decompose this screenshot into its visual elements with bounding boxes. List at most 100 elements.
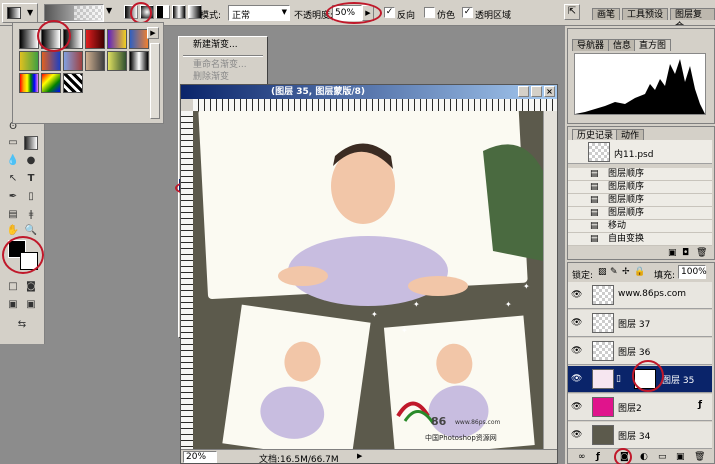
watermark-number: 86 [431,415,447,428]
chevron-down-icon: ▼ [281,8,287,16]
svg-text:✦: ✦ [413,300,420,309]
tab-histogram[interactable]: 直方图 [634,39,672,51]
new-layer-icon[interactable]: ▣ [676,452,685,462]
palette-well-icon[interactable]: ⇱ [564,4,580,20]
gradient-swatch[interactable] [129,51,149,71]
dither-label: 仿色 [437,11,456,21]
link-icon[interactable]: ∞ [578,452,586,462]
zoom-field[interactable]: 20% [183,451,217,463]
fx-icon[interactable]: ƒ [698,400,702,410]
tab-layer-comps[interactable]: 图层复合 [670,8,715,32]
transparency-checkbox[interactable]: ✓ [462,7,473,18]
lock-move-icon[interactable]: ✢ [622,267,630,277]
gradient-swatch[interactable] [63,51,83,71]
picker-menu-arrow-icon[interactable]: ▶ [147,27,159,39]
menu-item[interactable]: 新建渐变... [179,39,267,51]
link-icon[interactable]: ▯ [616,374,621,384]
gradient-swatch[interactable] [107,29,127,49]
adjustment-layer-icon[interactable]: ◐ [640,452,648,462]
history-step[interactable]: ▤ 图层顺序 [568,181,712,194]
angle-gradient-icon[interactable] [156,5,170,19]
close-icon[interactable]: × [544,86,555,97]
dither-checkbox[interactable] [424,7,435,18]
gradient-tool-icon [7,7,21,19]
lock-transparency-icon[interactable]: ▨ [598,267,607,277]
reverse-checkbox[interactable]: ✓ [384,7,395,18]
gradient-swatch[interactable] [19,51,39,71]
quick-mask-icon[interactable]: ◙ [24,280,38,294]
status-menu-icon[interactable]: ▶ [357,452,362,460]
gradient-swatch[interactable] [19,73,39,93]
trash-icon[interactable]: 🗑 [696,248,707,258]
history-step[interactable]: ▤ 图层顺序 [568,168,712,181]
eraser-tool-icon[interactable]: ▭ [6,136,20,150]
maximize-icon[interactable] [531,86,542,97]
mode-select[interactable]: 正常 ▼ [228,5,290,21]
tab-info[interactable]: 信息 [608,39,637,51]
history-step[interactable]: ▤ 移动 [568,220,712,233]
screen-mode-icon[interactable]: ▣ [6,298,20,312]
gradient-picker-panel: ▶ [12,20,164,124]
history-state-icon: ▤ [590,208,599,218]
blur-tool-icon[interactable]: 💧 [6,154,20,168]
history-snapshot[interactable]: 内11.psd [568,140,712,164]
canvas[interactable]: ✦ ✦ ✦ ✦ ✦ 86 www.86ps.com 中国Photoshop资源网 [193,111,543,449]
gradient-swatch[interactable] [63,73,83,93]
lock-all-icon[interactable]: 🔒 [634,267,645,277]
tab-brushes[interactable]: 画笔 [592,8,621,20]
fill-input[interactable]: 100% [678,265,707,279]
gradient-swatch[interactable] [85,29,105,49]
vertical-scrollbar[interactable] [543,111,557,449]
fullscreen-mode-icon[interactable]: ▣ [24,298,38,312]
snapshot-name: 内11.psd [614,150,654,160]
gradient-swatch[interactable] [107,51,127,71]
layer-row[interactable]: 👁 www.86ps.com [568,282,712,309]
minimize-icon[interactable] [518,86,529,97]
layer-row[interactable]: 👁 ƒ 图层2 [568,394,712,421]
type-tool-icon[interactable]: T [24,172,38,186]
new-group-icon[interactable]: ▭ [658,452,667,462]
gradient-swatch[interactable] [129,29,149,49]
history-step[interactable]: ▤ 图层顺序 [568,207,712,220]
trash-icon[interactable]: 🗑 [694,452,705,462]
gradient-swatch[interactable] [41,51,61,71]
eye-icon[interactable]: 👁 [571,374,582,384]
tool-preset-picker[interactable]: ▼ [2,3,38,23]
new-snapshot-icon[interactable]: ◘ [682,248,689,258]
gradient-dropdown-icon[interactable]: ▼ [106,6,112,15]
tab-navigator[interactable]: 导航器 [572,39,610,51]
standard-mode-icon[interactable]: □ [6,280,20,294]
svg-text:✦: ✦ [505,300,512,309]
history-step[interactable]: ▤ 自由变换 [568,233,712,246]
shape-tool-icon[interactable]: ▯ [24,190,38,204]
menu-item: 删除渐变 [193,72,230,82]
eyedropper-tool-icon[interactable]: ǂ [24,208,38,222]
reflected-gradient-icon[interactable] [172,5,186,19]
eye-icon[interactable]: 👁 [571,346,582,356]
gradient-swatch[interactable] [41,73,61,93]
navigator-palette: 导航器 信息 直方图 [567,28,715,124]
eye-icon[interactable]: 👁 [571,430,582,440]
layer-row[interactable]: 👁 图层 34 [568,422,712,449]
history-step[interactable]: ▤ 图层顺序 [568,194,712,207]
layer-row[interactable]: 👁 图层 37 [568,310,712,337]
picker-scrollbar[interactable] [150,43,160,119]
lock-paint-icon[interactable]: ✎ [610,267,618,277]
fx-icon[interactable]: ƒ [596,452,600,462]
gradient-swatch[interactable] [19,29,39,49]
pen-tool-icon[interactable]: ✒ [6,190,20,204]
eye-icon[interactable]: 👁 [571,402,582,412]
tab-tool-presets[interactable]: 工具预设 [622,8,669,20]
gradient-swatch[interactable] [85,51,105,71]
jump-to-imageready-icon[interactable]: ⇆ [12,318,32,332]
gradient-tool-icon[interactable] [24,136,38,150]
watermark-url: www.86ps.com [455,419,501,426]
path-selection-icon[interactable]: ↖ [6,172,20,186]
new-document-icon[interactable]: ▣ [668,248,677,258]
dodge-tool-icon[interactable]: ● [24,154,38,168]
eye-icon[interactable]: 👁 [571,318,582,328]
history-state-icon: ▤ [590,195,599,205]
layer-thumbnail [592,369,614,389]
eye-icon[interactable]: 👁 [571,290,582,300]
notes-tool-icon[interactable]: ▤ [6,208,20,222]
